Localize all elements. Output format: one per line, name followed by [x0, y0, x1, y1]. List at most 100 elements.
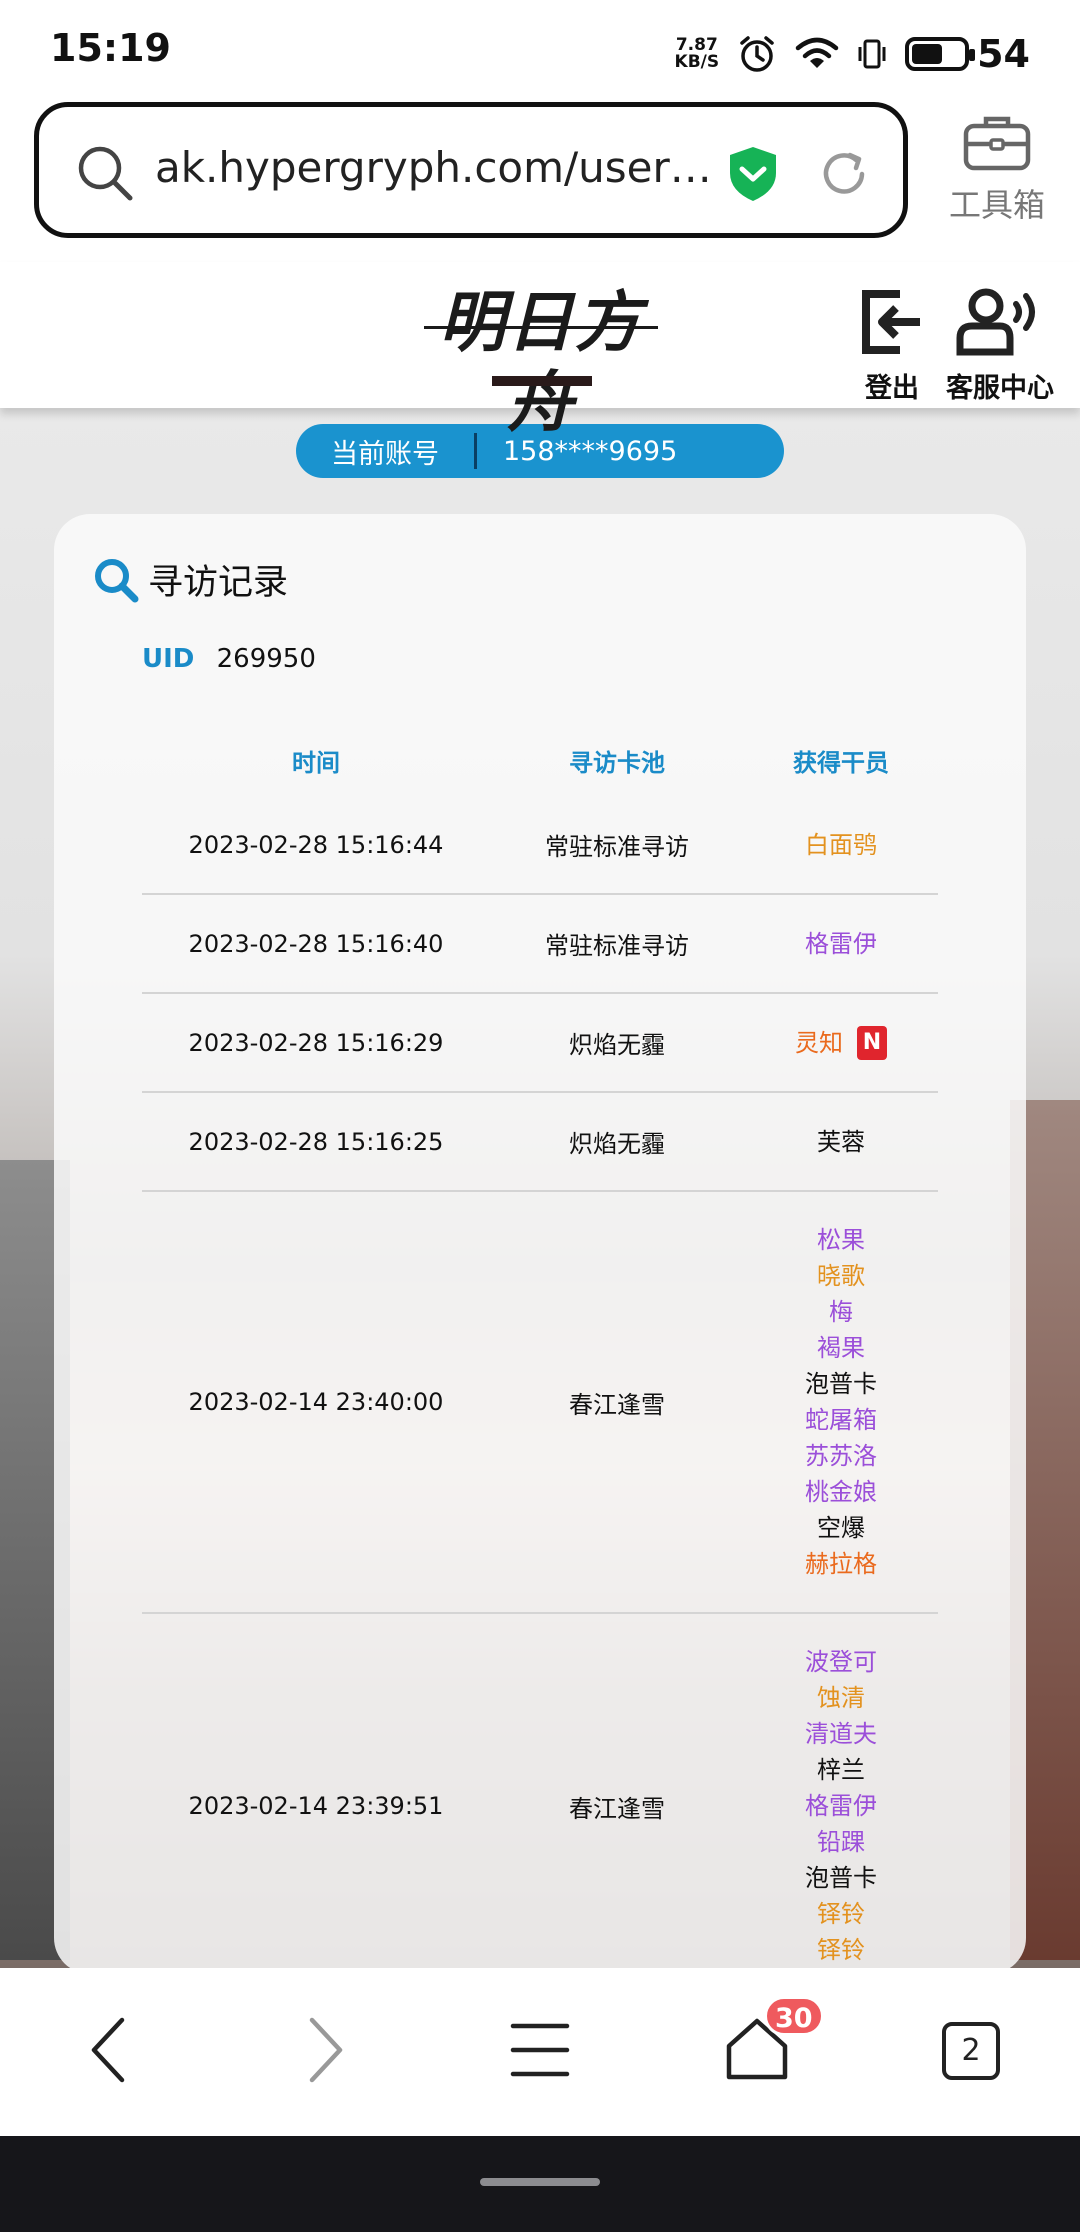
menu-button[interactable]: [510, 2020, 570, 2084]
operator-name: 波登可: [805, 1648, 877, 1676]
vibrate-icon: [858, 39, 886, 69]
operator-entry: 空爆: [817, 1510, 865, 1546]
operator-name: 梅: [829, 1298, 853, 1326]
operator-name: 晓歌: [817, 1262, 865, 1290]
headhunting-record-card: 寻访记录 UID 269950 时间 寻访卡池 获得干员 2023-02-28 …: [54, 514, 1026, 2000]
card-title: 寻访记录: [92, 554, 288, 605]
table-row: 2023-02-14 23:39:51 春江逢雪 波登可 蚀清 清道夫 梓兰 格雷伊 铅踝 泡普…: [142, 1614, 938, 2000]
operator-name: 铅踝: [817, 1828, 865, 1856]
forward-button[interactable]: [304, 2012, 348, 2092]
logo-text: 明日方舟: [439, 283, 643, 441]
toolbox-icon: [963, 116, 1031, 171]
operator-entry: 灵知 N: [795, 1025, 887, 1061]
arknights-logo[interactable]: 明日方舟: [424, 282, 658, 441]
row-pool: 春江逢雪: [569, 1390, 665, 1419]
reload-icon[interactable]: [817, 147, 871, 201]
operator-entry: 蚀清: [817, 1680, 865, 1716]
operator-entry: 清道夫: [805, 1716, 877, 1752]
row-operators: 松果 晓歌梅褐果 泡普卡 蛇屠箱 苏苏洛 桃金娘 空爆 赫拉格: [744, 1192, 938, 1612]
net-speed-unit: KB/S: [674, 52, 720, 72]
logout-label: 登出: [865, 373, 919, 404]
operator-name: 苏苏洛: [805, 1442, 877, 1470]
tabs-button[interactable]: 2: [942, 2022, 1000, 2080]
row-operators: 格雷伊: [744, 926, 938, 962]
row-time: 2023-02-28 15:16:40: [188, 929, 444, 958]
status-bar: 15:19 7.87 KB/S 54: [0, 0, 1080, 100]
battery-icon: [905, 37, 976, 71]
operator-entry: 白面鸮: [805, 827, 877, 863]
customer-service-icon: [956, 288, 1035, 356]
operator-entry: 晓歌: [817, 1258, 865, 1294]
operator-entry: 泡普卡: [805, 1366, 877, 1402]
search-icon: [78, 146, 133, 201]
row-pool: 常驻标准寻访: [545, 833, 689, 861]
operator-entry: 泡普卡: [805, 1860, 877, 1896]
uid-label: UID: [142, 644, 195, 674]
back-icon: [91, 2017, 125, 2083]
operator-name: 清道夫: [805, 1720, 877, 1748]
logo-line: [424, 326, 658, 329]
operator-name: 泡普卡: [805, 1370, 877, 1398]
row-pool: 炽焰无霾: [569, 1031, 665, 1059]
operator-name: 铎铃: [817, 1900, 865, 1928]
logo-bar: [492, 376, 592, 386]
row-operators: 白面鸮: [744, 827, 938, 863]
operator-name: 梓兰: [817, 1756, 865, 1784]
operator-entry: 桃金娘: [805, 1474, 877, 1510]
row-pool: 春江逢雪: [569, 1794, 665, 1823]
table-header: 时间 寻访卡池 获得干员: [142, 734, 938, 786]
row-time: 2023-02-28 15:16:44: [188, 830, 444, 859]
battery-fill: [912, 44, 943, 64]
home-button[interactable]: 30: [724, 1996, 824, 2086]
operator-name: 格雷伊: [805, 929, 877, 958]
toolbox-label: 工具箱: [948, 186, 1045, 224]
operator-entry: 格雷伊: [805, 1788, 877, 1824]
forward-icon: [309, 2017, 343, 2083]
gesture-bar[interactable]: [480, 2178, 600, 2186]
operator-name: 赫拉格: [805, 1550, 877, 1578]
operator-entry: 波登可: [805, 1644, 877, 1680]
operator-entry: 铎铃: [817, 1896, 865, 1932]
url-text[interactable]: ak.hypergryph.com/user/h...: [155, 143, 715, 192]
uid-value: 269950: [216, 644, 316, 674]
column-header-operator: 获得干员: [793, 748, 889, 777]
card-title-text: 寻访记录: [148, 563, 289, 603]
back-button[interactable]: [86, 2012, 130, 2092]
operator-entry: 芙蓉: [817, 1124, 865, 1160]
operator-entry: 蛇屠箱: [805, 1402, 877, 1438]
battery: 54: [905, 32, 1030, 76]
operator-name: 褐果: [817, 1334, 865, 1362]
customer-service-button[interactable]: 客服中心: [946, 286, 1054, 405]
net-speed: 7.87 KB/S: [675, 37, 720, 71]
operator-name: 蚀清: [817, 1684, 865, 1712]
operator-entry: 梓兰: [817, 1752, 865, 1788]
row-operators: 波登可 蚀清 清道夫 梓兰 格雷伊 铅踝 泡普卡 铎铃 铎铃: [744, 1614, 938, 1998]
row-pool: 常驻标准寻访: [545, 932, 689, 960]
logout-button[interactable]: 登出: [856, 286, 928, 405]
row-time: 2023-02-28 15:16:25: [188, 1127, 444, 1156]
new-operator-badge: N: [857, 1025, 887, 1060]
address-bar[interactable]: ak.hypergryph.com/user/h...: [34, 102, 908, 238]
operator-name: 泡普卡: [805, 1864, 877, 1892]
column-header-time: 时间: [292, 748, 340, 777]
operator-entry: 苏苏洛: [805, 1438, 877, 1474]
operator-name: 白面鸮: [805, 830, 877, 859]
operator-entry: 褐果: [817, 1330, 865, 1366]
status-time: 15:19: [50, 26, 171, 70]
operator-name: 蛇屠箱: [805, 1406, 877, 1434]
operator-name: 铎铃: [817, 1936, 865, 1964]
table-row: 2023-02-28 15:16:25 炽焰无霾 芙蓉: [142, 1093, 938, 1192]
status-icons: 7.87 KB/S 54: [675, 24, 1030, 84]
table-row: 2023-02-14 23:40:00 春江逢雪 松果 晓歌梅褐果 泡普卡 蛇屠箱 苏苏洛桃…: [142, 1192, 938, 1614]
operator-name: 芙蓉: [817, 1127, 865, 1156]
operator-name: 格雷伊: [805, 1792, 877, 1820]
row-pool: 炽焰无霾: [569, 1130, 665, 1158]
operator-entry: 铅踝: [817, 1824, 865, 1860]
row-operators: 灵知 N: [744, 1025, 938, 1061]
logout-icon: [862, 290, 920, 354]
home-notification-badge: 30: [764, 1996, 824, 2036]
security-shield-icon[interactable]: [727, 145, 779, 203]
toolbox-button[interactable]: 工具箱: [942, 112, 1052, 226]
browser-bottom-nav: 30 2: [0, 1968, 1080, 2136]
site-header: 明日方舟 登出 客服中心: [0, 262, 1080, 441]
